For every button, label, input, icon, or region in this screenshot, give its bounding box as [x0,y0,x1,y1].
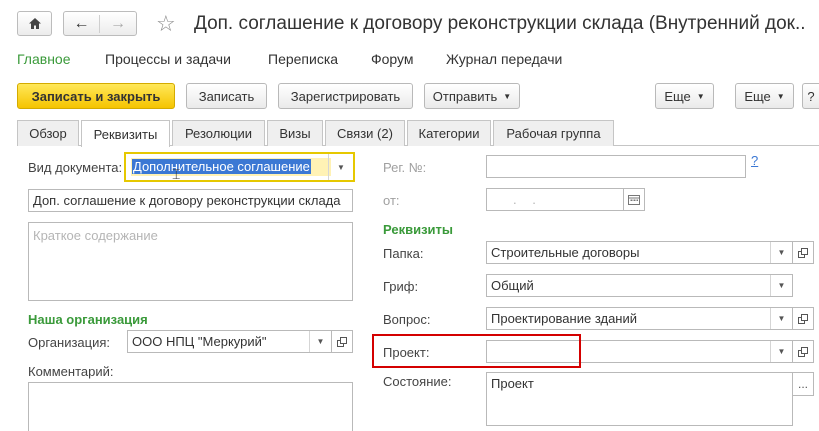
menu-transfer-log[interactable]: Журнал передачи [446,51,562,67]
reg-number-label: Рег. №: [383,160,427,175]
org-label: Организация: [28,335,111,350]
folder-field[interactable]: Строительные договоры ▼ [486,241,793,264]
grif-label: Гриф: [383,279,419,294]
calendar-button[interactable] [623,188,645,211]
chevron-down-icon[interactable]: ▼ [328,154,353,180]
chevron-down-icon: ▼ [503,91,512,101]
tab-resolutions[interactable]: Резолюции [172,120,265,146]
menu-main[interactable]: Главное [17,51,71,67]
chevron-down-icon: ▼ [696,91,705,101]
chevron-down-icon[interactable]: ▼ [309,331,331,352]
history-nav: ← → [63,11,137,36]
more-button[interactable]: Еще ▼ [655,83,714,109]
question-label: Вопрос: [383,312,431,327]
state-select-button[interactable]: ... [792,372,814,396]
reg-help-link[interactable]: ? [751,153,758,168]
menu-forum[interactable]: Форум [371,51,414,67]
chevron-down-icon: ▼ [776,91,785,101]
open-window-icon [798,247,808,258]
comment-textarea[interactable] [28,382,353,431]
requisites-section-title: Реквизиты [383,222,453,237]
question-open-button[interactable] [792,307,814,330]
question-field[interactable]: Проектирование зданий ▼ [486,307,793,330]
question-value: Проектирование зданий [491,311,638,326]
chevron-down-icon[interactable]: ▼ [770,341,792,362]
text-cursor-icon: ⌶ [172,166,181,182]
tab-requisites[interactable]: Реквизиты [81,120,170,147]
doc-type-field[interactable]: Дополнительное соглашение ⌶ ▼ [124,152,355,182]
open-window-icon [337,336,347,347]
comment-label: Комментарий: [28,364,114,379]
state-label: Состояние: [383,374,452,389]
page-title: Доп. соглашение к договору реконструкции… [194,13,806,34]
project-open-button[interactable] [792,340,814,363]
grif-field[interactable]: Общий ▼ [486,274,793,297]
more-button-2[interactable]: Еще ▼ [735,83,794,109]
open-window-icon [798,346,808,357]
chevron-down-icon[interactable]: ▼ [770,308,792,329]
help-button[interactable]: ? [802,83,819,109]
folder-label: Папка: [383,246,424,261]
register-button[interactable]: Зарегистрировать [278,83,413,109]
ellipsis-icon: ... [797,377,808,391]
state-value: Проект [491,376,534,391]
tab-links[interactable]: Связи (2) [325,120,405,146]
date-mask: . . [513,192,542,207]
tab-categories[interactable]: Категории [407,120,491,146]
chevron-down-icon[interactable]: ▼ [770,242,792,263]
more-label-2: Еще [744,88,771,104]
grif-value: Общий [491,278,534,293]
save-close-button[interactable]: Записать и закрыть [17,83,175,109]
org-field[interactable]: ООО НПЦ "Меркурий" ▼ [127,330,332,353]
doc-name-value: Доп. соглашение к договору реконструкции… [33,193,341,208]
state-field[interactable]: Проект [486,372,793,426]
org-open-button[interactable] [331,330,353,353]
tab-visas[interactable]: Визы [267,120,323,146]
send-button[interactable]: Отправить ▼ [424,83,520,109]
org-value: ООО НПЦ "Меркурий" [132,334,267,349]
home-button[interactable] [17,11,52,36]
doc-name-input[interactable]: Доп. соглашение к договору реконструкции… [28,189,353,212]
project-highlight-frame [372,334,581,368]
open-window-icon [798,313,808,324]
folder-open-button[interactable] [792,241,814,264]
chevron-down-icon[interactable]: ▼ [770,275,792,296]
home-icon [28,18,41,29]
doc-type-value: Дополнительное соглашение [132,159,311,174]
send-label: Отправить [432,88,498,104]
save-button[interactable]: Записать [186,83,267,109]
doc-type-label: Вид документа: [28,160,123,175]
org-section-title: Наша организация [28,312,148,327]
summary-placeholder: Краткое содержание [33,228,158,243]
folder-value: Строительные договоры [491,245,640,260]
menu-correspondence[interactable]: Переписка [268,51,338,67]
forward-arrow-icon[interactable]: → [100,15,136,33]
reg-number-input[interactable] [486,155,746,178]
tab-overview[interactable]: Обзор [17,120,79,146]
menu-processes[interactable]: Процессы и задачи [105,51,231,67]
calendar-icon [628,195,640,205]
reg-date-label: от: [383,193,400,208]
tab-workgroup[interactable]: Рабочая группа [493,120,614,146]
more-label: Еще [664,88,691,104]
reg-date-input[interactable]: . . [486,188,624,211]
back-arrow-icon[interactable]: ← [64,14,100,33]
summary-textarea[interactable]: Краткое содержание [28,222,353,301]
favorite-star-icon[interactable]: ☆ [156,11,176,37]
